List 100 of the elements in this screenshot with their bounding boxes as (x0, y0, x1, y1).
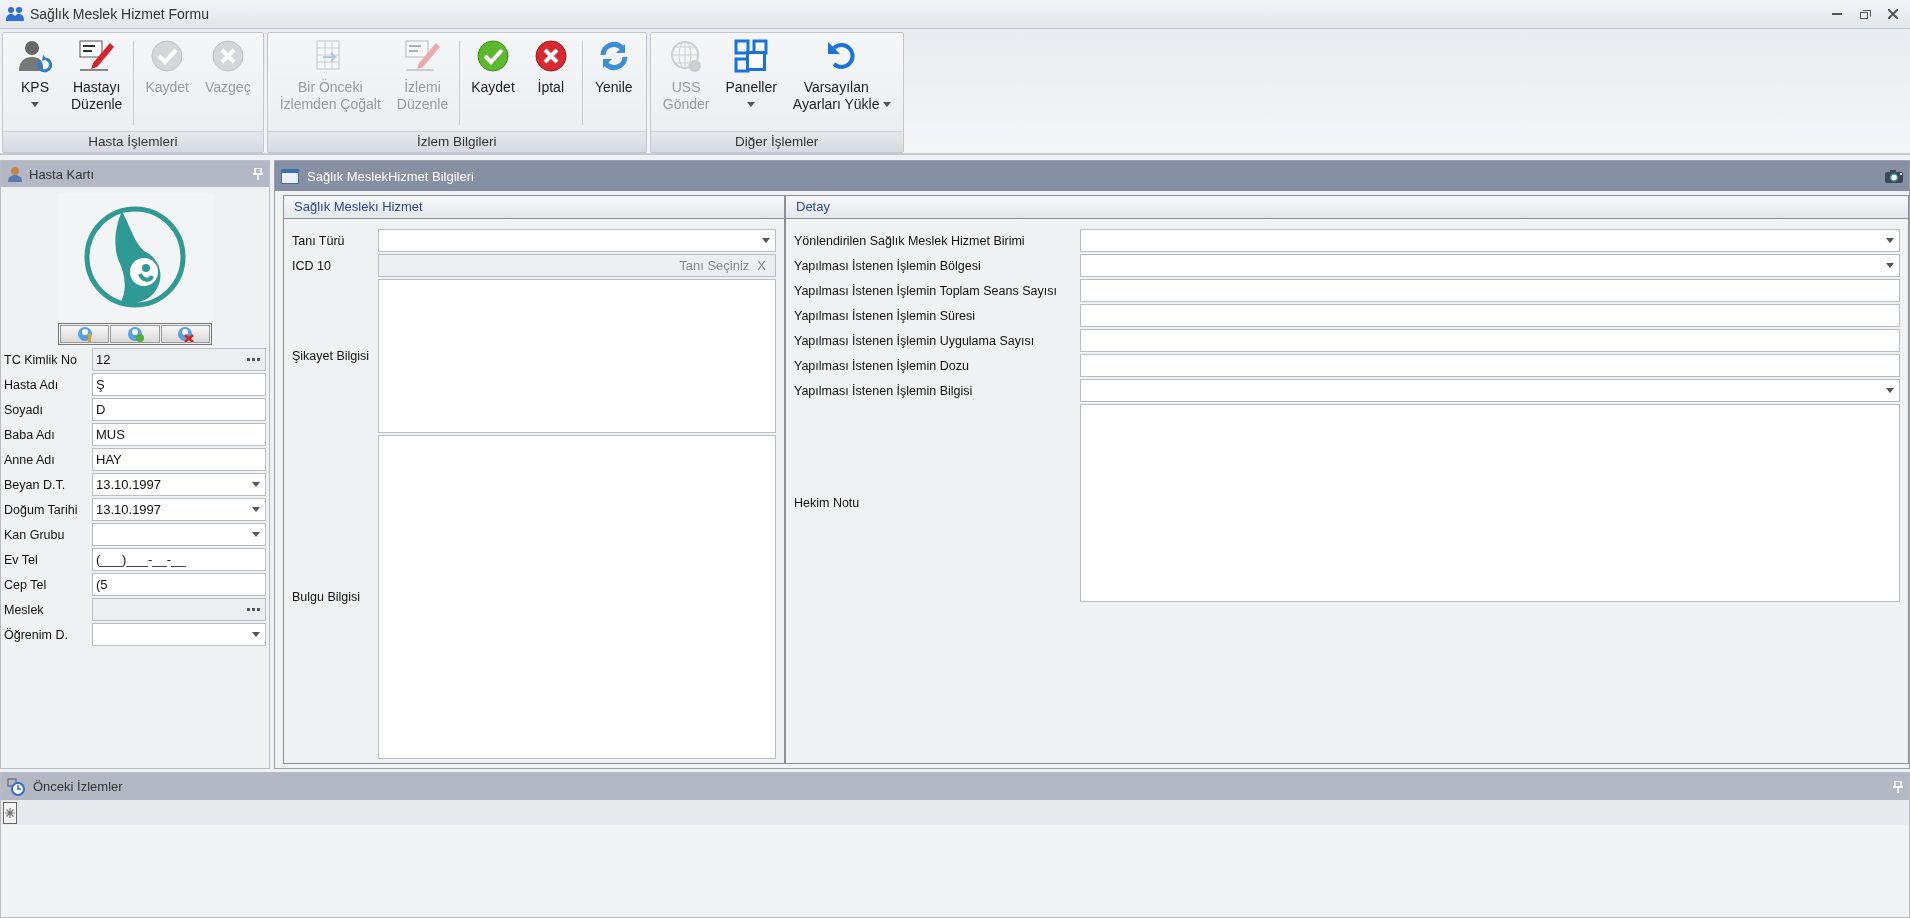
ribbon-button[interactable]: Hastayı Düzenle (63, 37, 131, 131)
dropdown-field[interactable]: 13.10.1997 (92, 473, 266, 496)
field-label: Kan Grubu (4, 527, 66, 542)
caret-icon (747, 102, 756, 107)
field-label: Hekim Notu (794, 496, 861, 510)
group-label: İzlem Bilgileri (267, 131, 646, 152)
ellipsis-icon[interactable] (247, 358, 260, 361)
ellipsis-icon[interactable] (247, 608, 260, 611)
field-label: Tanı Türü (292, 233, 346, 248)
field-label: Yapılması İstenen İşlemin Uygulama Sayısı (794, 333, 1036, 348)
ribbon-button[interactable]: Paneller (717, 37, 785, 131)
dropdown-field[interactable] (378, 229, 776, 252)
field-label: Bulgu Bilgisi (292, 590, 362, 604)
text-field[interactable] (1080, 329, 1900, 352)
field-label: Yönlendirilen Sağlık Meslek Hizmet Birimi (794, 233, 1026, 248)
field-label: Yapılması İstenen İşlemin Toplam Seans Sayısı (794, 283, 1058, 298)
people-icon (6, 6, 24, 22)
text-field[interactable]: HAY (92, 448, 266, 471)
pin-icon[interactable] (1893, 780, 1903, 793)
field-label: Şikayet Bilgisi (292, 349, 371, 363)
text-area[interactable] (378, 435, 776, 759)
pregnancy-icon (84, 206, 186, 308)
cancel-icon (210, 39, 245, 73)
caret-icon (252, 507, 260, 512)
field-label: Baba Adı (4, 427, 56, 442)
ribbon-button[interactable]: İptal (522, 37, 579, 131)
field-label: Hasta Adı (4, 377, 60, 392)
ribbon-button[interactable]: Kaydet (463, 37, 523, 131)
field-label: Doğum Tarihi (4, 502, 79, 517)
text-area[interactable] (1080, 404, 1900, 602)
person-add-button[interactable] (110, 325, 160, 343)
text-field[interactable]: (___)___-__-__ (92, 548, 266, 571)
caret-icon (762, 238, 770, 243)
dropdown-field[interactable] (1080, 254, 1900, 277)
field-label: Cep Tel (4, 577, 48, 592)
toolbar-button[interactable] (3, 801, 17, 824)
text-field[interactable]: MUS (92, 423, 266, 446)
dropdown-field[interactable] (92, 523, 266, 546)
field-label: ICD 10 (292, 258, 332, 273)
person-delete-button[interactable] (160, 325, 210, 343)
text-pen-icon (404, 39, 441, 73)
panel-title: Hasta Kartı (29, 166, 96, 182)
text-field[interactable] (1080, 279, 1900, 302)
camera-icon[interactable] (1885, 169, 1903, 183)
group-label: Hasta İşlemleri (3, 131, 263, 152)
caret-icon (1886, 263, 1894, 268)
field-label: Yapılması İstenen İşlemin Dozu (794, 358, 970, 373)
window-icon (281, 168, 299, 184)
panels-icon (734, 39, 769, 73)
field-label: Ev Tel (4, 552, 39, 567)
ribbon-button[interactable]: Yenile (585, 37, 642, 131)
check-icon (150, 39, 185, 73)
person-icon (7, 166, 23, 182)
pin-icon[interactable] (253, 168, 263, 180)
dropdown-field[interactable]: 13.10.1997 (92, 498, 266, 521)
section-header: Sağlık Meslekı Hizmet (284, 196, 784, 219)
dropdown-field[interactable] (1080, 229, 1900, 252)
dropdown-field[interactable] (1080, 379, 1900, 402)
window-title: Sağlık Meslek Hizmet Formu (30, 6, 210, 22)
restore-icon (1859, 9, 1871, 19)
text-field[interactable] (1080, 354, 1900, 377)
group-label: Diğer İşlemler (650, 131, 903, 152)
person-refresh-icon (18, 39, 52, 73)
text-field[interactable]: (5 (92, 573, 266, 596)
caret-icon (1886, 238, 1894, 243)
panel-title: Önceki İzlemler (33, 779, 124, 794)
field-label: Yapılması İstenen İşlemin Bilgisi (794, 383, 974, 398)
field-label: Yapılması İstenen İşlemin Bölgesi (794, 258, 982, 273)
caret-icon (882, 102, 891, 107)
caret-icon (252, 532, 260, 537)
dropdown-field[interactable] (92, 623, 266, 646)
lookup-field[interactable]: 12 (92, 348, 266, 371)
person-edit-button[interactable] (60, 325, 110, 343)
text-area[interactable] (378, 279, 776, 433)
panel-title: Sağlık MeslekHizmet Bilgileri (307, 168, 475, 184)
ribbon-button[interactable]: Varsayılan Ayarları Yükle (784, 37, 899, 131)
caret-icon (252, 632, 260, 637)
caret-icon (252, 482, 260, 487)
person-plus-icon (125, 326, 145, 342)
field-label: Yapılması İstenen İşlemin Süresi (794, 308, 977, 323)
cancel-icon (533, 39, 568, 73)
globe-icon (669, 39, 704, 73)
minimize-icon (1832, 12, 1842, 16)
text-field[interactable]: Ş (92, 373, 266, 396)
caret-icon (31, 102, 39, 107)
text-pen-icon (78, 39, 115, 73)
person-cross-icon (175, 326, 196, 342)
field-label: Anne Adı (4, 452, 56, 467)
field-label: Meslek (4, 602, 45, 617)
section-header: Detay (786, 196, 1908, 219)
lookup-field[interactable] (92, 598, 266, 621)
text-field[interactable] (1080, 304, 1900, 327)
field-label: TC Kimlik No (4, 352, 78, 367)
ribbon-button[interactable]: KPS (7, 37, 63, 131)
check-icon (476, 39, 510, 73)
field-label: Soyadı (4, 402, 44, 417)
text-field[interactable]: D (92, 398, 266, 421)
caret-icon (1886, 388, 1894, 393)
field-label: Beyan D.T. (4, 477, 67, 492)
close-icon (1888, 9, 1898, 19)
